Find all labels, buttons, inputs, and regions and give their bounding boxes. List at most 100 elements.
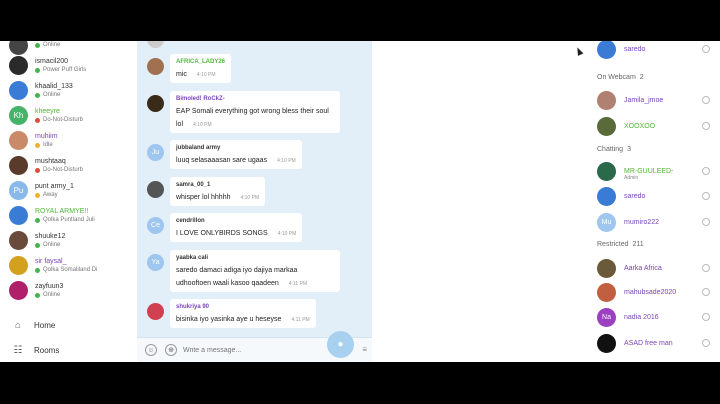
contact-item[interactable]: shuuke12 Online	[0, 228, 137, 253]
chat-panel: shukriya 90 bisinka iyo yasinka aye u hes…	[137, 41, 372, 362]
status-dot-icon	[35, 67, 40, 73]
user-name: Jamila_jmoe	[624, 96, 664, 104]
status-dot-icon	[35, 117, 40, 123]
info-icon[interactable]	[702, 288, 710, 296]
avatar	[9, 206, 28, 225]
message-text: luuq selasaaasan sare ugaas	[176, 157, 268, 164]
emoji-icon[interactable]: ☺	[145, 344, 157, 356]
contact-status-text: Online	[43, 42, 61, 48]
message-time: 4:10 PM	[277, 231, 297, 237]
info-icon[interactable]	[702, 218, 710, 226]
contact-text: shuuke12 Online	[35, 232, 135, 250]
composer-menu-icon[interactable]: ≡	[362, 345, 367, 354]
user-list-item[interactable]: MR-GUULEED- Admin	[597, 161, 717, 181]
avatar	[9, 281, 28, 300]
contact-item[interactable]: muhiim Idle	[0, 128, 137, 153]
info-icon[interactable]	[702, 45, 710, 53]
section-title: Restricted	[597, 241, 629, 248]
info-icon[interactable]	[702, 339, 710, 347]
info-icon[interactable]	[702, 96, 710, 104]
avatar[interactable]: Ce	[147, 217, 164, 234]
user-section-header: Chatting 3	[597, 146, 631, 153]
avatar	[597, 116, 616, 136]
contact-status-text: Power Puff Girls	[43, 66, 87, 73]
avatar[interactable]	[147, 303, 164, 320]
message-bubble: shukriya 90 bisinka iyo yasinka aye u hes…	[170, 299, 316, 328]
message-username[interactable]: shukriya 90	[176, 302, 310, 312]
message-username[interactable]: AFRICA_LADY26	[176, 57, 225, 67]
avatar[interactable]	[147, 58, 164, 75]
user-list-item[interactable]: saredo	[597, 41, 717, 59]
rooms-icon: ☷	[13, 344, 23, 356]
contact-item[interactable]: Pu punt army_1 Away	[0, 178, 137, 203]
contact-item[interactable]: ismacil200 Power Puff Girls	[0, 53, 137, 78]
chat-message: AFRICA_LADY26 mic 4:10 PM	[147, 54, 232, 83]
contacts-sidebar: Online ismacil200 Power Puff Girls khaalid_…	[0, 41, 137, 362]
contact-status-text: Do-Not-Disturb	[43, 166, 84, 173]
info-icon[interactable]	[702, 264, 710, 272]
nav-item-rooms[interactable]: ☷ Rooms	[0, 339, 137, 361]
contact-item[interactable]: Kh kheeyre Do-Not-Disturb	[0, 103, 137, 128]
send-button[interactable]: ●	[327, 331, 354, 358]
contact-item[interactable]: zayfuun3 Online	[0, 278, 137, 303]
user-list-item[interactable]: ASAD free man	[597, 333, 717, 353]
user-list-panel: saredo On Webcam 2 Chatting 3 Restricted 211 Ja…	[590, 41, 720, 362]
avatar[interactable]: Ju	[147, 144, 164, 161]
contact-item[interactable]: khaalid_133 Online	[0, 78, 137, 103]
avatar	[597, 161, 616, 181]
home-icon: ⌂	[14, 319, 22, 331]
user-list-item[interactable]: Na nadia 2016	[597, 307, 717, 327]
message-bubble: jubbaland army luuq selasaaasan sare ugaa…	[170, 140, 302, 169]
user-list-item[interactable]: Aarka Africa	[597, 258, 717, 278]
section-count: 3	[627, 146, 631, 153]
avatar	[597, 333, 616, 353]
user-list-item[interactable]: saredo	[597, 186, 717, 206]
message-bubble: samra_00_1 whisper lol hhhhh 4:10 PM	[170, 177, 266, 206]
message-username[interactable]: samra_00_1	[176, 180, 259, 190]
message-input[interactable]	[183, 346, 313, 354]
nav-item-home[interactable]: ⌂ Home	[0, 314, 137, 336]
message-username[interactable]: yaabka cali	[176, 253, 334, 263]
contact-name: sir faysal_	[35, 257, 67, 265]
contact-item[interactable]: ROYAL ARMYE!! Qolka Puntland Juli	[0, 203, 137, 228]
message-username[interactable]: jubbaland army	[176, 143, 296, 153]
user-list-item[interactable]: Jamila_jmoe	[597, 90, 717, 110]
chat-message: Ce cendrillon I LOVE ONLYBIRDS SONGS 4:10 P…	[147, 213, 303, 242]
contact-name: muhiim	[35, 132, 58, 140]
avatar[interactable]	[147, 95, 164, 112]
avatar[interactable]: Ya	[147, 254, 164, 271]
user-section-header: On Webcam 2	[597, 74, 644, 81]
avatar[interactable]	[147, 181, 164, 198]
contact-status: Do-Not-Disturb	[35, 166, 135, 175]
user-name: mahubsade2020	[624, 288, 677, 296]
contact-status: Do-Not-Disturb	[35, 116, 135, 125]
message-bubble: cendrillon I LOVE ONLYBIRDS SONGS 4:10 PM	[170, 213, 303, 242]
contact-text: ROYAL ARMYE!! Qolka Puntland Juli	[35, 207, 135, 225]
contact-text: mushtaaq Do-Not-Disturb	[35, 157, 135, 175]
avatar	[597, 41, 616, 59]
user-name: saredo	[624, 192, 646, 200]
info-icon[interactable]	[702, 313, 710, 321]
attachment-icon[interactable]: ⊕	[165, 344, 177, 356]
status-dot-icon	[35, 92, 40, 98]
info-icon[interactable]	[702, 122, 710, 130]
user-list-item[interactable]: XOOXOO	[597, 116, 717, 136]
message-time: 4:10 PM	[193, 122, 212, 128]
avatar[interactable]	[147, 41, 164, 48]
message-bubble: AFRICA_LADY26 mic 4:10 PM	[170, 54, 232, 83]
message-username[interactable]: Bimoled! RoCkZ-	[176, 94, 334, 104]
contact-status-text: Away	[43, 191, 58, 198]
chat-message: shukriya 90 bisinka iyo yasinka aye u hes…	[147, 299, 316, 328]
user-list-item[interactable]: mahubsade2020	[597, 282, 717, 302]
message-username[interactable]: cendrillon	[176, 216, 296, 226]
contact-item[interactable]: sir faysal_ Qolka Somaliland Di	[0, 253, 137, 278]
contact-text: punt army_1 Away	[35, 182, 135, 200]
user-list-item[interactable]: Mu mumiro222	[597, 212, 717, 232]
message-bubble: yaabka cali saredo damaci adiga iyo dajiy…	[170, 250, 340, 292]
info-icon[interactable]	[702, 167, 710, 175]
chat-message: Bimoled! RoCkZ- EAP Somali everything got…	[147, 91, 340, 133]
info-icon[interactable]	[702, 192, 710, 200]
contact-item[interactable]: mushtaaq Do-Not-Disturb	[0, 153, 137, 178]
contact-text: kheeyre Do-Not-Disturb	[35, 107, 135, 125]
status-dot-icon	[35, 192, 40, 198]
